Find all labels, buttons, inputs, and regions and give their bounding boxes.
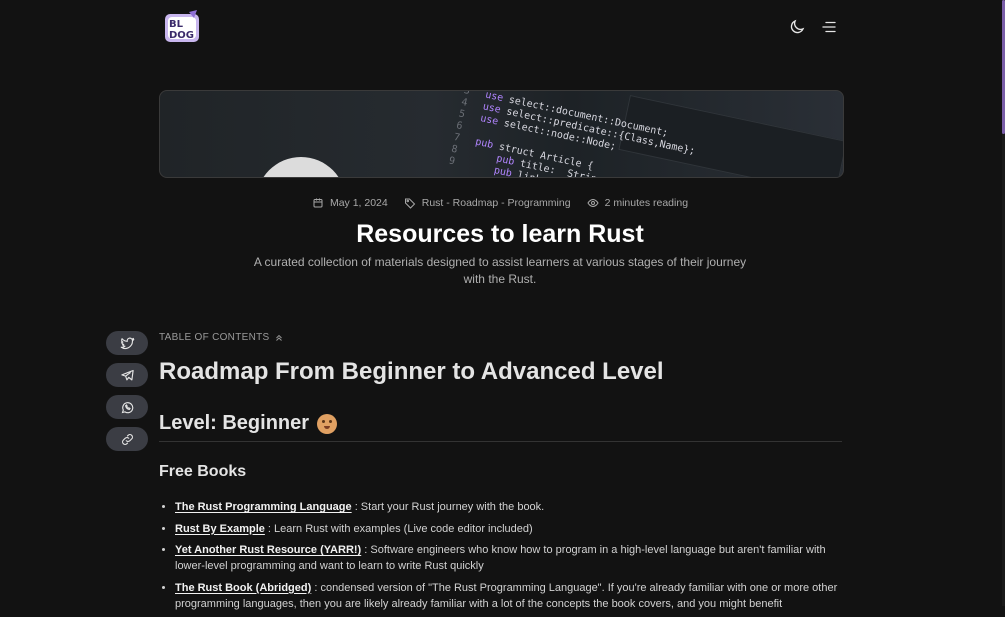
list-item: Yet Another Rust Resource (YARR!) : Soft… [175, 542, 858, 574]
list-item: The Rust Programming Language : Start yo… [175, 499, 858, 515]
share-twitter-button[interactable] [106, 331, 148, 355]
twitter-icon [120, 337, 134, 349]
moon-icon [790, 19, 805, 34]
link-icon [121, 433, 133, 445]
list-item: Rust By Example : Learn Rust with exampl… [175, 521, 858, 537]
telegram-icon [120, 369, 134, 380]
tags-text[interactable]: Rust - Roadmap - Programming [422, 197, 571, 209]
reading-time: 2 minutes reading [586, 197, 689, 209]
post-date: May 1, 2024 [312, 197, 388, 209]
free-books-heading: Free Books [159, 463, 247, 480]
cover-image: 3 use select::document::Document; 4 use sel… [159, 90, 844, 178]
list-item: The Rust Book (Abridged) : condensed ver… [175, 580, 858, 612]
share-telegram-button[interactable] [106, 363, 148, 387]
svg-text:BL: BL [169, 19, 184, 30]
page-description: A curated collection of materials design… [253, 255, 747, 286]
gear-icon [260, 161, 342, 177]
eye-icon [586, 198, 599, 208]
chevrons-up-icon [276, 334, 283, 341]
svg-text:DOG: DOG [169, 30, 194, 41]
copy-link-button[interactable] [106, 427, 148, 451]
theme-toggle-button[interactable] [786, 16, 808, 38]
resource-description: : Start your Rust journey with the book. [351, 501, 545, 513]
menu-icon [822, 21, 836, 33]
level-heading: Level: Beginner [159, 412, 842, 442]
roadmap-heading: Roadmap From Beginner to Advanced Level [159, 358, 664, 385]
resource-link[interactable]: Rust By Example [175, 523, 265, 535]
site-logo[interactable]: BL DOG [163, 8, 203, 46]
resource-link[interactable]: The Rust Programming Language [175, 501, 352, 513]
table-of-contents-toggle[interactable]: TABLE OF CONTENTS [159, 332, 284, 343]
level-heading-text: Level: Beginner [159, 412, 310, 434]
resource-link[interactable]: The Rust Book (Abridged) [175, 582, 311, 594]
post-tags[interactable]: Rust - Roadmap - Programming [404, 197, 571, 209]
calendar-icon [313, 198, 323, 208]
tag-icon [404, 198, 415, 209]
resource-link[interactable]: Yet Another Rust Resource (YARR!) [175, 544, 361, 556]
whatsapp-icon [121, 401, 133, 413]
share-buttons [106, 331, 148, 451]
share-whatsapp-button[interactable] [106, 395, 148, 419]
resource-description: : Learn Rust with examples (Live code ed… [264, 522, 533, 535]
date-text: May 1, 2024 [329, 197, 388, 209]
menu-button[interactable] [818, 16, 840, 38]
toc-label: TABLE OF CONTENTS [159, 332, 270, 343]
post-meta: May 1, 2024 Rust - Roadmap - Programming… [0, 197, 1000, 209]
reading-time-text: 2 minutes reading [604, 197, 689, 209]
page-title: Resources to learn Rust [356, 220, 644, 248]
baby-emoji-icon [317, 413, 338, 434]
free-books-list: The Rust Programming Language : Start yo… [159, 499, 858, 617]
